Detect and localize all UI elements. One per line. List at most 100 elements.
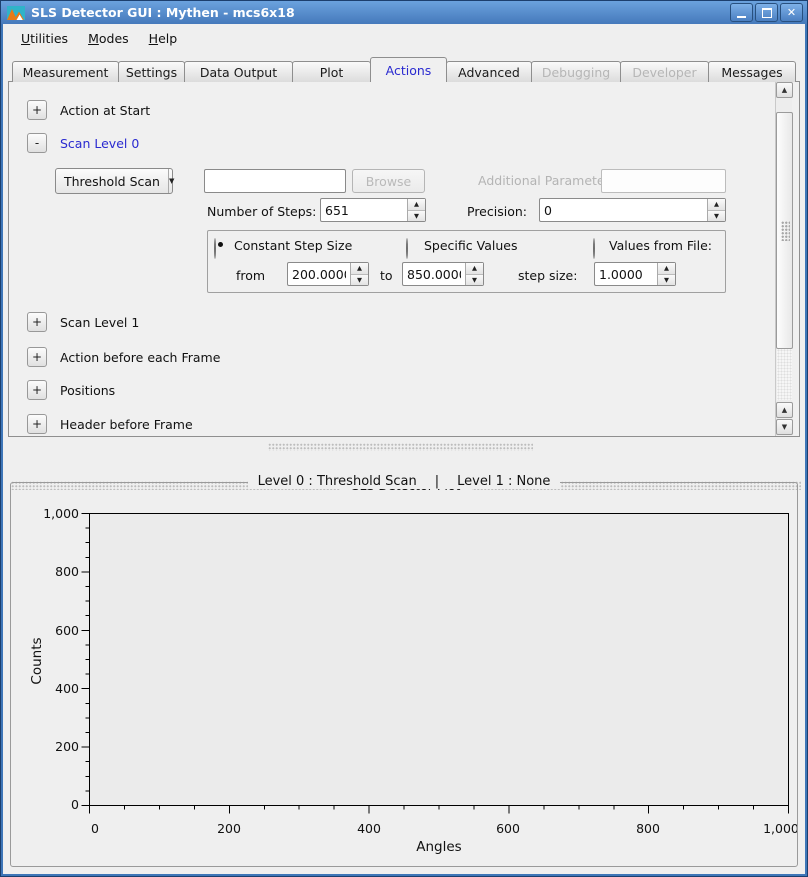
expand-action-before-frame-button[interactable]: + — [27, 347, 47, 367]
chevron-down-icon: ▼ — [168, 169, 174, 193]
spin-down-icon[interactable]: ▼ — [658, 275, 675, 286]
expand-action-at-start-button[interactable]: + — [27, 100, 47, 120]
to-stepper[interactable]: ▲▼ — [402, 262, 484, 286]
step-size-label: step size: — [518, 268, 577, 283]
to-input[interactable] — [403, 263, 465, 285]
specific-values-label[interactable]: Specific Values — [424, 238, 517, 253]
precision-label: Precision: — [467, 204, 527, 219]
expand-scan-level-1-button[interactable]: + — [27, 312, 47, 332]
values-from-file-label[interactable]: Values from File: — [609, 238, 712, 253]
section-action-before-frame-label: Action before each Frame — [60, 350, 220, 365]
ytick-label: 1,000 — [43, 506, 79, 521]
number-of-steps-stepper[interactable]: ▲▼ — [320, 198, 426, 222]
plot-canvas-svg: 1,000 800 600 400 200 0 0 200 400 600 80… — [11, 495, 797, 857]
number-of-steps-label: Number of Steps: — [207, 204, 316, 219]
scroll-down-button[interactable]: ▼ — [776, 419, 793, 435]
section-scan-level-1-label: Scan Level 1 — [60, 315, 139, 330]
tab-data-output[interactable]: Data Output — [184, 61, 293, 82]
x-axis-label: Angles — [416, 839, 461, 855]
close-button[interactable]: ✕ — [780, 3, 803, 22]
precision-input[interactable] — [540, 199, 707, 221]
plot-title: Level 0 : Threshold Scan | Level 1 : Non… — [11, 474, 797, 489]
tab-actions[interactable]: Actions — [370, 57, 447, 82]
scroll-up-button-bottom[interactable]: ▲ — [776, 402, 793, 418]
tab-messages[interactable]: Messages — [708, 61, 796, 82]
xtick-label: 1,000 — [763, 821, 797, 836]
expand-positions-button[interactable]: + — [27, 380, 47, 400]
plot-area[interactable]: 1,000 800 600 400 200 0 0 200 400 600 80… — [11, 495, 797, 857]
scan-mode-select[interactable]: Threshold Scan ▼ — [55, 168, 173, 194]
spin-up-icon[interactable]: ▲ — [466, 263, 483, 275]
constant-step-size-label[interactable]: Constant Step Size — [234, 238, 352, 253]
plot-legend-level1: Level 1 : None — [457, 474, 550, 489]
minimize-icon — [737, 16, 746, 18]
scroll-up-button[interactable]: ▲ — [776, 82, 793, 98]
down-arrow-icon: ▼ — [782, 423, 787, 431]
spin-up-icon[interactable]: ▲ — [351, 263, 368, 275]
step-size-input[interactable] — [595, 263, 657, 285]
number-of-steps-input[interactable] — [321, 199, 407, 221]
from-label: from — [236, 268, 265, 283]
xtick-label: 600 — [496, 821, 520, 836]
spin-down-icon[interactable]: ▼ — [351, 275, 368, 286]
spin-down-icon[interactable]: ▼ — [408, 211, 425, 222]
section-header-before-frame-label: Header before Frame — [60, 417, 193, 432]
spin-up-icon[interactable]: ▲ — [658, 263, 675, 275]
tab-developer: Developer — [620, 61, 709, 82]
specific-values-radio[interactable] — [406, 238, 408, 259]
from-input[interactable] — [288, 263, 350, 285]
section-positions-label: Positions — [60, 383, 115, 398]
collapse-scan-level-0-button[interactable]: - — [27, 133, 47, 153]
menu-help[interactable]: Help — [142, 28, 185, 49]
tab-settings[interactable]: Settings — [118, 61, 185, 82]
from-stepper[interactable]: ▲▼ — [287, 262, 369, 286]
splitter-handle[interactable] — [268, 443, 533, 451]
spin-up-icon[interactable]: ▲ — [708, 199, 725, 211]
y-axis-label: Counts — [29, 637, 45, 684]
plot-canvas[interactable] — [90, 514, 789, 806]
scrollbar-trough[interactable] — [777, 349, 792, 400]
ytick-label: 200 — [55, 739, 79, 754]
values-from-file-radio[interactable] — [593, 238, 595, 259]
title-bar[interactable]: SLS Detector GUI : Mythen - mcs6x18 ✕ — [1, 1, 807, 24]
section-scan-level-0-label: Scan Level 0 — [60, 136, 139, 151]
xtick-label: 200 — [217, 821, 241, 836]
app-icon[interactable] — [7, 6, 25, 20]
tab-bar: Measurement Settings Data Output Plot Ac… — [13, 57, 796, 82]
plot-legend-level0: Level 0 : Threshold Scan — [258, 474, 417, 489]
menu-bar: Utilities Modes Help — [3, 24, 805, 52]
up-arrow-icon: ▲ — [782, 86, 787, 94]
tab-plot[interactable]: Plot — [292, 61, 371, 82]
section-action-at-start-label: Action at Start — [60, 103, 150, 118]
ytick-label: 600 — [55, 623, 79, 638]
to-label: to — [380, 268, 393, 283]
scrollbar-thumb[interactable] — [776, 112, 793, 349]
tab-measurement[interactable]: Measurement — [12, 61, 119, 82]
scan-mode-value: Threshold Scan — [56, 174, 168, 189]
spin-down-icon[interactable]: ▼ — [466, 275, 483, 286]
spin-up-icon[interactable]: ▲ — [408, 199, 425, 211]
step-size-stepper[interactable]: ▲▼ — [594, 262, 676, 286]
xtick-label: 800 — [636, 821, 660, 836]
browse-button: Browse — [352, 169, 425, 193]
precision-stepper[interactable]: ▲▼ — [539, 198, 726, 222]
actions-panel: + Action at Start - Scan Level 0 Thresho… — [8, 81, 800, 437]
menu-utilities[interactable]: Utilities — [14, 28, 75, 49]
vertical-scrollbar[interactable]: ▲ ▲ ▼ — [775, 82, 792, 436]
additional-parameter-input — [601, 169, 726, 193]
window-body: Utilities Modes Help Measurement Setting… — [3, 24, 805, 874]
scan-script-input[interactable] — [204, 169, 346, 193]
menu-modes[interactable]: Modes — [81, 28, 136, 49]
app-window: SLS Detector GUI : Mythen - mcs6x18 ✕ Ut… — [0, 0, 808, 877]
ytick-label: 800 — [55, 564, 79, 579]
maximize-button[interactable] — [755, 3, 778, 22]
expand-header-before-frame-button[interactable]: + — [27, 414, 47, 434]
step-mode-groupbox: Constant Step Size Specific Values Value… — [207, 230, 726, 293]
xtick-label: 0 — [91, 821, 99, 836]
ytick-label: 400 — [55, 681, 79, 696]
close-icon: ✕ — [787, 7, 796, 18]
minimize-button[interactable] — [730, 3, 753, 22]
tab-advanced[interactable]: Advanced — [446, 61, 532, 82]
constant-step-size-radio[interactable] — [214, 238, 216, 259]
spin-down-icon[interactable]: ▼ — [708, 211, 725, 222]
